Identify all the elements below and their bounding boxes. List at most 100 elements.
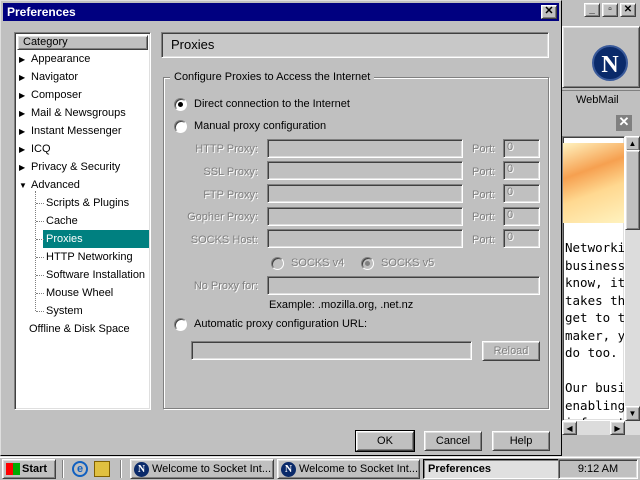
auto-proxy-radio[interactable] [174,318,187,331]
category-tree[interactable]: Category ▶ Appearance ▶ Navigator ▶ Composer ▶… [14,32,151,410]
category-item-offline-disk-space[interactable]: Offline & Disk Space [29,320,130,338]
taskbar-task-welcome-2[interactable]: N Welcome to Socket Int... [277,459,420,479]
http-proxy-input[interactable] [267,139,463,158]
start-label: Start [22,463,48,475]
ssl-proxy-input[interactable] [267,161,463,180]
auto-proxy-label[interactable]: Automatic proxy configuration URL: [194,317,367,331]
ssl-port-input[interactable]: 0 [503,161,540,180]
direct-connection-radio[interactable] [174,98,187,111]
cancel-button[interactable]: Cancel [424,431,482,451]
taskbar-clock[interactable]: 9:12 AM [558,459,638,479]
expand-right-icon[interactable]: ▶ [19,69,31,87]
socks-host-input[interactable] [267,229,463,248]
socks-host-label: SOCKS Host: [190,234,258,246]
minimize-button[interactable]: _ [584,3,600,17]
task-label: Welcome to Socket Int... [152,463,272,475]
category-item-advanced[interactable]: ▼ Advanced [19,176,80,194]
scroll-up-icon[interactable]: ▲ [625,136,640,151]
http-proxy-label: HTTP Proxy: [195,143,258,155]
category-item-proxies[interactable]: Proxies [43,230,149,248]
auto-proxy-url-input[interactable] [191,341,472,360]
panel-title: Proxies [161,32,549,58]
internet-explorer-icon[interactable]: e [72,461,88,477]
close-window-button[interactable]: ✕ [620,3,636,17]
expand-down-icon[interactable]: ▼ [19,177,31,195]
expand-right-icon[interactable]: ▶ [19,105,31,123]
category-label: Navigator [31,71,79,83]
scroll-thumb[interactable] [625,150,640,230]
expand-right-icon[interactable]: ▶ [19,123,31,141]
category-label: Scripts & Plugins [46,197,130,209]
category-item-privacy-security[interactable]: ▶ Privacy & Security [19,158,120,176]
restore-button[interactable]: ▫ [602,3,618,17]
horizontal-scrollbar[interactable]: ◀ ▶ [562,421,640,435]
manual-proxy-radio[interactable] [174,120,187,133]
taskbar-divider [120,460,122,478]
category-label: Cache [46,215,78,227]
taskbar: Start e N Welcome to Socket Int... N Welco… [0,456,640,480]
socks-v5-label[interactable]: SOCKS v5 [381,256,434,270]
no-proxy-input[interactable] [267,276,540,295]
dialog-title: Preferences [7,5,76,19]
ftp-proxy-input[interactable] [267,184,463,203]
taskbar-task-preferences[interactable]: Preferences [423,459,560,479]
category-label: System [46,305,83,317]
expand-right-icon[interactable]: ▶ [19,141,31,159]
vertical-scrollbar[interactable]: ▲ ▼ [625,136,640,421]
category-item-software-installation[interactable]: Software Installation [43,266,145,284]
category-item-navigator[interactable]: ▶ Navigator [19,68,78,86]
gopher-port-input[interactable]: 0 [503,207,540,226]
category-item-mouse-wheel[interactable]: Mouse Wheel [43,284,113,302]
category-item-http-networking[interactable]: HTTP Networking [43,248,133,266]
help-button[interactable]: Help [492,431,550,451]
direct-connection-label[interactable]: Direct connection to the Internet [194,97,350,111]
page-text-line: takes the [565,292,625,308]
category-item-cache[interactable]: Cache [43,212,78,230]
no-proxy-example: Example: .mozilla.org, .net.nz [269,299,414,311]
page-text-line: informatio [565,414,624,420]
page-text-line [565,362,624,380]
netscape-logo-icon[interactable]: N [592,45,628,81]
expand-right-icon[interactable]: ▶ [19,87,31,105]
category-item-appearance[interactable]: ▶ Appearance [19,50,90,68]
scroll-left-icon[interactable]: ◀ [562,421,577,435]
expand-right-icon[interactable]: ▶ [19,51,31,69]
tree-connector [36,203,44,204]
socks-v5-radio[interactable] [361,257,374,270]
webmail-link[interactable]: WebMail [562,90,640,108]
category-item-icq[interactable]: ▶ ICQ [19,140,51,158]
ftp-port-input[interactable]: 0 [503,184,540,203]
category-label: Privacy & Security [31,161,121,173]
socks-port-input[interactable]: 0 [503,229,540,248]
manual-proxy-label[interactable]: Manual proxy configuration [194,119,326,133]
no-proxy-label: No Proxy for: [193,280,258,292]
task-label: Preferences [428,463,491,475]
category-header[interactable]: Category [17,35,148,50]
page-text-line: Our busin [565,380,625,395]
reload-button[interactable]: Reload [482,341,540,361]
ok-button[interactable]: OK [355,430,415,452]
gopher-proxy-input[interactable] [267,207,463,226]
show-desktop-icon[interactable] [94,461,110,477]
category-label: Mail & Newsgroups [31,107,126,119]
category-label: Appearance [31,53,91,65]
category-item-composer[interactable]: ▶ Composer [19,86,82,104]
tree-connector [36,257,44,258]
scroll-right-icon[interactable]: ▶ [610,421,625,435]
socks-v4-radio[interactable] [271,257,284,270]
taskbar-task-welcome-1[interactable]: N Welcome to Socket Int... [130,459,274,479]
dialog-titlebar[interactable]: Preferences ✕ [3,3,559,21]
scroll-down-icon[interactable]: ▼ [625,406,640,421]
expand-right-icon[interactable]: ▶ [19,159,31,177]
dialog-close-button[interactable]: ✕ [541,5,557,19]
category-item-mail-newsgroups[interactable]: ▶ Mail & Newsgroups [19,104,126,122]
category-item-system[interactable]: System [43,302,83,320]
start-button[interactable]: Start [2,459,56,479]
category-item-instant-messenger[interactable]: ▶ Instant Messenger [19,122,122,140]
page-text-line: enabling [565,397,625,413]
category-item-scripts-plugins[interactable]: Scripts & Plugins [43,194,129,212]
socks-v4-label[interactable]: SOCKS v4 [291,256,344,270]
close-icon[interactable]: ✕ [616,115,632,131]
taskbar-divider [62,460,64,478]
http-port-input[interactable]: 0 [503,139,540,158]
